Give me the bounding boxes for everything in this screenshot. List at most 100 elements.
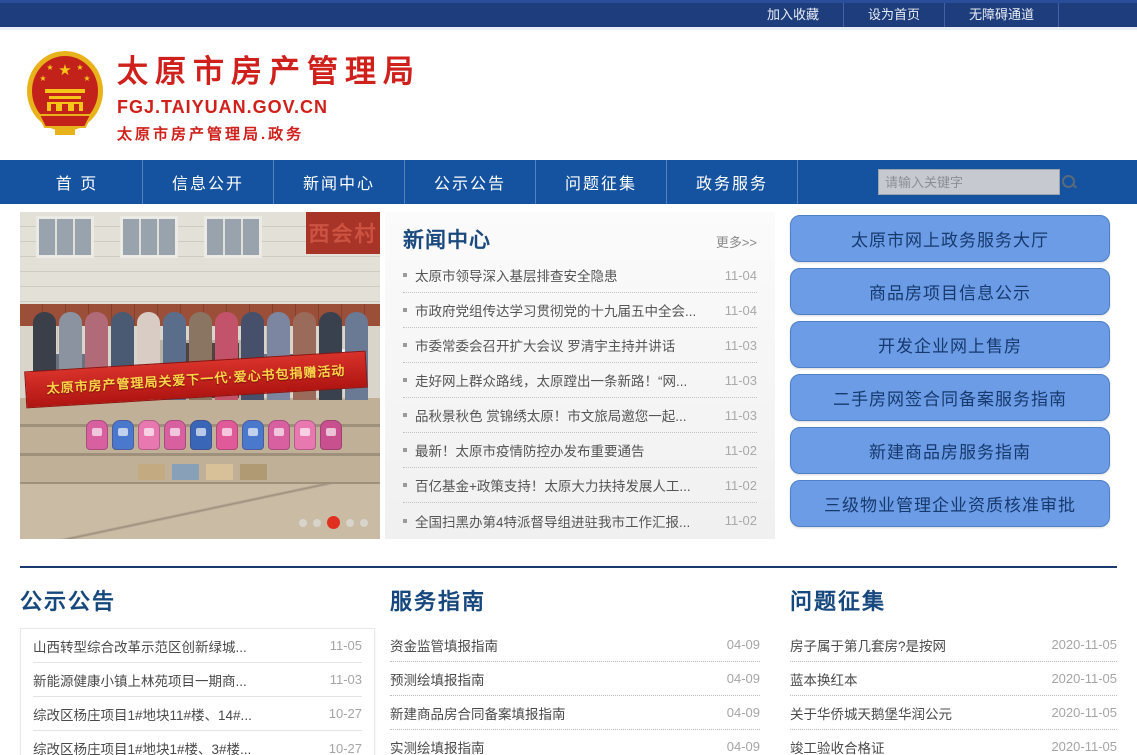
announcement-item-title: 综改区杨庄项目1#地块1#楼、3#楼... [33,738,321,755]
bullet-icon [403,308,407,312]
nav-item[interactable]: 信息公开 [143,160,274,204]
bullet-icon [403,343,407,347]
issue-item[interactable]: 竣工验收合格证 2020-11-05 [790,730,1117,755]
news-item[interactable]: 市政府党组传达学习贯彻党的十九届五中全会... 11-04 [403,293,757,328]
news-item-title: 全国扫黑办第4特派督导组进驻我市工作汇报... [415,511,717,531]
news-item[interactable]: 市委常委会召开扩大会议 罗清宇主持并讲话 11-03 [403,328,757,363]
news-item-title: 市委常委会召开扩大会议 罗清宇主持并讲话 [415,335,717,355]
announcement-item-title: 山西转型综合改革示范区创新绿城... [33,636,322,656]
news-item-title: 最新！太原市疫情防控办发布重要通告 [415,440,717,460]
nav-item[interactable]: 问题征集 [536,160,667,204]
issue-item-title: 关于华侨城天鹅堡华润公元 [790,703,1043,723]
site-domain: FGJ.TAIYUAN.GOV.CN [117,97,421,118]
carousel-dots [299,516,368,529]
building-window [120,216,178,258]
news-panel: 新闻中心 更多>> 太原市领导深入基层排查安全隐患 11-04 市政府党组传达学… [385,212,775,539]
bullet-icon [403,448,407,452]
announcement-item[interactable]: 综改区杨庄项目1#地块11#楼、14#... 10-27 [33,697,362,731]
service-guide-item-title: 资金监管填报指南 [390,635,719,655]
news-item-title: 市政府党组传达学习贯彻党的十九届五中全会... [415,300,717,320]
quick-link-button[interactable]: 商品房项目信息公示 [790,268,1110,315]
building-window [204,216,262,258]
bullet-icon [403,273,407,277]
news-more-link[interactable]: 更多>> [716,232,757,251]
quick-links: 太原市网上政务服务大厅 商品房项目信息公示 开发企业网上售房 二手房网签合同备案… [790,215,1110,533]
carousel-dot[interactable] [360,519,368,527]
quick-link-button[interactable]: 二手房网签合同备案服务指南 [790,374,1110,421]
topbar-link[interactable]: 设为首页 [844,3,945,27]
issue-item-title: 房子属于第几套房?是按网 [790,635,1043,655]
issue-item[interactable]: 蓝本换红本 2020-11-05 [790,662,1117,696]
service-guide-item[interactable]: 新建商品房合同备案填报指南 04-09 [390,696,760,730]
service-guide-item[interactable]: 预测绘填报指南 04-09 [390,662,760,696]
top-utility-bar: 加入收藏 设为首页 无障碍通道 [0,0,1137,27]
news-item-title: 走好网上群众路线，太原蹚出一条新路！“网... [415,370,717,390]
bullet-icon [403,483,407,487]
announcement-item-title: 新能源健康小镇上林苑项目一期商... [33,670,322,690]
announcements-list: 山西转型综合改革示范区创新绿城... 11-05 新能源健康小镇上林苑项目一期商… [20,628,375,755]
carousel-dot[interactable] [299,519,307,527]
news-item-date: 11-02 [725,478,757,493]
news-item[interactable]: 百亿基金+政策支持！太原大力扶持发展人工... 11-02 [403,468,757,503]
bullet-icon [403,413,407,417]
news-item-date: 11-04 [725,303,757,318]
topbar-link[interactable]: 无障碍通道 [945,3,1059,27]
issue-collection-section: 问题征集 房子属于第几套房?是按网 2020-11-05 蓝本换红本 2020-… [790,568,1117,755]
news-item[interactable]: 最新！太原市疫情防控办发布重要通告 11-02 [403,433,757,468]
issue-item[interactable]: 关于华侨城天鹅堡华润公元 2020-11-05 [790,696,1117,730]
announcement-item[interactable]: 新能源健康小镇上林苑项目一期商... 11-03 [33,663,362,697]
news-item[interactable]: 品秋景秋色 赏锦绣太原！市文旅局邀您一起... 11-03 [403,398,757,433]
news-title: 新闻中心 [403,224,491,254]
bullet-icon [403,378,407,382]
news-item[interactable]: 走好网上群众路线，太原蹚出一条新路！“网... 11-03 [403,363,757,398]
search-icon[interactable] [1061,174,1077,190]
issue-collection-title: 问题征集 [790,584,1117,616]
announcement-item[interactable]: 山西转型综合改革示范区创新绿城... 11-05 [33,629,362,663]
issue-item[interactable]: 房子属于第几套房?是按网 2020-11-05 [790,628,1117,662]
svg-text:★: ★ [46,63,53,72]
issue-item-date: 2020-11-05 [1051,671,1117,686]
backpacks-row [86,420,342,450]
topbar-link[interactable]: 加入收藏 [743,3,844,27]
news-item-title: 太原市领导深入基层排查安全隐患 [415,265,717,285]
news-item-date: 11-03 [725,408,757,423]
bullet-icon [403,519,407,523]
quick-link-button[interactable]: 三级物业管理企业资质核准审批 [790,480,1110,527]
service-guide-item[interactable]: 资金监管填报指南 04-09 [390,628,760,662]
nav-item[interactable]: 公示公告 [405,160,536,204]
nav-items: 首 页 信息公开 新闻中心 公示公告 问题征集 政务服务 [12,160,798,204]
announcements-title: 公示公告 [20,584,375,616]
service-guide-title: 服务指南 [390,584,760,616]
carousel-dot[interactable] [313,519,321,527]
nav-item[interactable]: 政务服务 [667,160,798,204]
nav-item[interactable]: 新闻中心 [274,160,405,204]
news-item[interactable]: 太原市领导深入基层排查安全隐患 11-04 [403,258,757,293]
news-item-date: 11-04 [725,268,757,283]
bottom-sections: 公示公告 山西转型综合改革示范区创新绿城... 11-05 新能源健康小镇上林苑… [20,568,1117,755]
announcement-item-date: 11-03 [330,672,362,687]
site-subtitle: 太原市房产管理局.政务 [117,123,421,144]
issue-item-date: 2020-11-05 [1051,637,1117,652]
quick-link-button[interactable]: 太原市网上政务服务大厅 [790,215,1110,262]
ground [20,484,380,539]
search-input[interactable] [885,175,1061,190]
carousel-dot[interactable] [346,519,354,527]
news-item-title: 百亿基金+政策支持！太原大力扶持发展人工... [415,475,717,495]
gift-boxes [138,464,267,480]
announcement-item-title: 综改区杨庄项目1#地块11#楼、14#... [33,704,321,724]
announcement-item[interactable]: 综改区杨庄项目1#地块1#楼、3#楼... 10-27 [33,731,362,755]
service-guide-item-title: 新建商品房合同备案填报指南 [390,703,719,723]
quick-link-button[interactable]: 开发企业网上售房 [790,321,1110,368]
nav-item[interactable]: 首 页 [12,160,143,204]
news-item-date: 11-03 [725,373,757,388]
news-item-date: 11-03 [725,338,757,353]
carousel-dot-active[interactable] [327,516,340,529]
issue-item-title: 竣工验收合格证 [790,737,1043,755]
photo-carousel[interactable]: 西会村 太原市房产管理局关爱下一代·爱心书包捐赠活动 [20,212,380,539]
quick-link-button[interactable]: 新建商品房服务指南 [790,427,1110,474]
issue-item-date: 2020-11-05 [1051,705,1117,720]
news-header: 新闻中心 更多>> [403,224,757,254]
service-guide-item-date: 04-09 [727,739,760,754]
news-item[interactable]: 全国扫黑办第4特派督导组进驻我市工作汇报... 11-02 [403,503,757,538]
service-guide-item[interactable]: 实测绘填报指南 04-09 [390,730,760,755]
